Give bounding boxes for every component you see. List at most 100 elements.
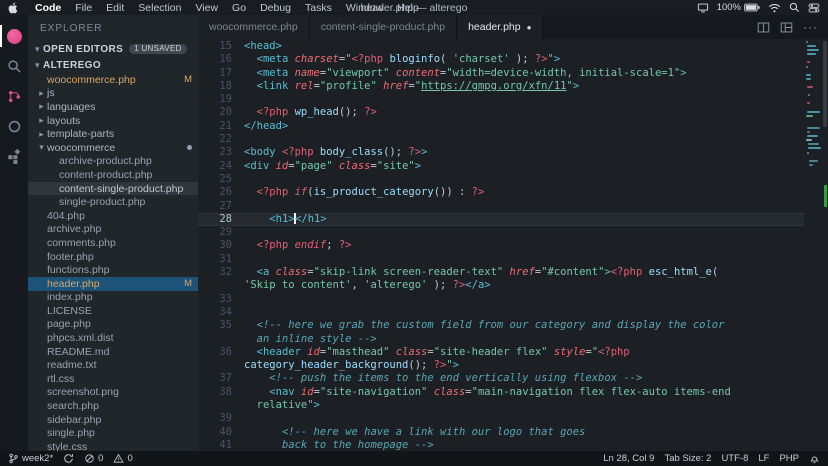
code-line[interactable]: 36 <header id="masthead" class="site-hea… bbox=[198, 346, 804, 359]
file-item[interactable]: woocommerce.phpM bbox=[28, 73, 198, 87]
code-line[interactable]: 24<div id="page" class="site"> bbox=[198, 160, 804, 173]
file-item[interactable]: functions.php bbox=[28, 263, 198, 277]
open-editors-section[interactable]: ▾ OPEN EDITORS 1 UNSAVED bbox=[28, 41, 198, 57]
folder-item[interactable]: ▸template-parts bbox=[28, 127, 198, 141]
errors-item[interactable]: 0 bbox=[84, 453, 103, 464]
file-item[interactable]: single.php bbox=[28, 426, 198, 440]
code-line[interactable]: 23<body <?php body_class(); ?>> bbox=[198, 146, 804, 159]
file-item[interactable]: content-product.php bbox=[28, 168, 198, 182]
minimap[interactable] bbox=[806, 41, 821, 168]
file-item[interactable]: page.php bbox=[28, 318, 198, 332]
root-folder-section[interactable]: ▾ ALTEREGO bbox=[28, 57, 198, 73]
file-item[interactable]: index.php bbox=[28, 291, 198, 305]
code-line[interactable]: 39 bbox=[198, 412, 804, 425]
file-item[interactable]: screenshot.png bbox=[28, 386, 198, 400]
code-line[interactable]: 31 bbox=[198, 253, 804, 266]
file-item[interactable]: footer.php bbox=[28, 250, 198, 264]
code-line[interactable]: relative"> bbox=[198, 399, 804, 412]
split-editor-icon[interactable] bbox=[757, 21, 770, 34]
tab[interactable]: content-single-product.php bbox=[310, 15, 457, 39]
code-line[interactable]: 15<head> bbox=[198, 40, 804, 53]
file-item[interactable]: header.phpM bbox=[28, 277, 198, 291]
code-line[interactable]: 32 <a class="skip-link screen-reader-tex… bbox=[198, 266, 804, 279]
tab[interactable]: woocommerce.php bbox=[198, 15, 310, 39]
language-mode[interactable]: PHP bbox=[779, 453, 799, 464]
file-item[interactable]: content-single-product.php bbox=[28, 182, 198, 196]
code-line[interactable]: 19 bbox=[198, 93, 804, 106]
menu-item-edit[interactable]: Edit bbox=[99, 2, 131, 14]
folder-item[interactable]: ▸layouts bbox=[28, 114, 198, 128]
code-line[interactable]: 41 back to the homepage --> bbox=[198, 439, 804, 451]
file-item[interactable]: search.php bbox=[28, 399, 198, 413]
debug-icon[interactable] bbox=[0, 111, 28, 141]
file-item[interactable]: phpcs.xml.dist bbox=[28, 331, 198, 345]
explorer-icon[interactable] bbox=[0, 21, 28, 51]
code-line[interactable]: 26 <?php if(is_product_category()) : ?> bbox=[198, 186, 804, 199]
tab[interactable]: header.php● bbox=[457, 15, 543, 39]
code-line[interactable]: 37 <!-- push the items to the end vertic… bbox=[198, 372, 804, 385]
scrollbar-thumb[interactable] bbox=[823, 41, 827, 127]
code-line[interactable]: an inline style --> bbox=[198, 333, 804, 346]
search-icon[interactable] bbox=[0, 51, 28, 81]
code-line[interactable]: 35 <!-- here we grab the custom field fr… bbox=[198, 319, 804, 332]
control-center-icon[interactable] bbox=[808, 3, 820, 13]
file-item[interactable]: archive.php bbox=[28, 223, 198, 237]
folder-item[interactable]: ▸languages bbox=[28, 100, 198, 114]
code-line[interactable]: 18 <link rel="profile" href="https://gmp… bbox=[198, 80, 804, 93]
menu-item-selection[interactable]: Selection bbox=[131, 2, 188, 14]
tab-size[interactable]: Tab Size: 2 bbox=[664, 453, 711, 464]
menu-item-view[interactable]: View bbox=[188, 2, 225, 14]
bell-icon[interactable] bbox=[809, 453, 820, 464]
file-item[interactable]: rtl.css bbox=[28, 372, 198, 386]
file-item[interactable]: archive-product.php bbox=[28, 155, 198, 169]
file-item[interactable]: style.css bbox=[28, 440, 198, 451]
file-item[interactable]: readme.txt bbox=[28, 358, 198, 372]
file-item[interactable]: sidebar.php bbox=[28, 413, 198, 427]
folder-item[interactable]: ▸js bbox=[28, 87, 198, 101]
code-line[interactable]: 27 bbox=[198, 200, 804, 213]
code-line[interactable]: 25 bbox=[198, 173, 804, 186]
file-item[interactable]: README.md bbox=[28, 345, 198, 359]
code-line[interactable]: 16 <meta charset="<?php bloginfo( 'chars… bbox=[198, 53, 804, 66]
layout-icon[interactable] bbox=[780, 21, 793, 34]
code-line[interactable]: 29 bbox=[198, 226, 804, 239]
git-branch-item[interactable]: week2* bbox=[8, 453, 53, 464]
eol[interactable]: LF bbox=[758, 453, 769, 464]
code-line[interactable]: 40 <!-- here we have a link with our log… bbox=[198, 426, 804, 439]
code-line[interactable]: 22 bbox=[198, 133, 804, 146]
battery-indicator[interactable]: 100% bbox=[717, 2, 760, 13]
extensions-icon[interactable] bbox=[0, 141, 28, 171]
code-line[interactable]: 17 <meta name="viewport" content="width=… bbox=[198, 67, 804, 80]
file-item[interactable]: comments.php bbox=[28, 236, 198, 250]
code-line[interactable]: 30 <?php endif; ?> bbox=[198, 239, 804, 252]
encoding[interactable]: UTF-8 bbox=[721, 453, 748, 464]
code-line[interactable]: 'Skip to content', 'alterego' ); ?></a> bbox=[198, 279, 804, 292]
code-line[interactable]: category_header_background(); ?>"> bbox=[198, 359, 804, 372]
spotlight-icon[interactable] bbox=[789, 2, 800, 13]
file-item[interactable]: single-product.php bbox=[28, 195, 198, 209]
menu-item-tasks[interactable]: Tasks bbox=[298, 2, 339, 14]
warnings-item[interactable]: 0 bbox=[113, 453, 132, 464]
source-control-icon[interactable] bbox=[0, 81, 28, 111]
code-line[interactable]: 34 bbox=[198, 306, 804, 319]
file-item[interactable]: 404.php bbox=[28, 209, 198, 223]
menu-item-debug[interactable]: Debug bbox=[253, 2, 298, 14]
cursor-position[interactable]: Ln 28, Col 9 bbox=[603, 453, 654, 464]
sync-icon[interactable] bbox=[63, 453, 74, 464]
code-editor[interactable]: 15<head>16 <meta charset="<?php bloginfo… bbox=[198, 39, 828, 451]
menu-item-code[interactable]: Code bbox=[28, 2, 68, 14]
code-line[interactable]: 33 bbox=[198, 293, 804, 306]
menu-item-file[interactable]: File bbox=[68, 2, 99, 14]
code-line[interactable]: 38 <nav id="site-navigation" class="main… bbox=[198, 386, 804, 399]
folder-item[interactable]: ▾woocommerce bbox=[28, 141, 198, 155]
file-item[interactable]: LICENSE bbox=[28, 304, 198, 318]
code-line[interactable]: 20 <?php wp_head(); ?> bbox=[198, 106, 804, 119]
scrollbar[interactable] bbox=[822, 39, 828, 451]
apple-menu[interactable] bbox=[8, 2, 18, 14]
code-line[interactable]: 21</head> bbox=[198, 120, 804, 133]
line-number: 32 bbox=[198, 266, 232, 279]
code-line[interactable]: 28 <h1></h1> bbox=[198, 213, 804, 226]
wifi-icon[interactable] bbox=[768, 3, 781, 13]
display-icon[interactable] bbox=[697, 3, 709, 13]
menu-item-go[interactable]: Go bbox=[225, 2, 253, 14]
